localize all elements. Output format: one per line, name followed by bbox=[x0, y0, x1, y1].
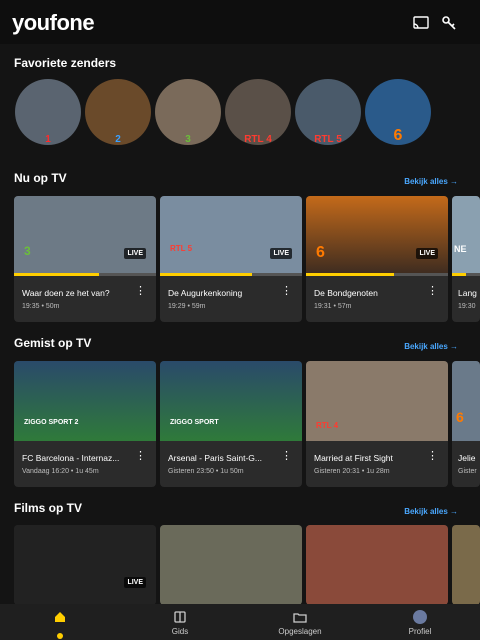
missed-title: Gemist op TV bbox=[14, 336, 92, 350]
program-meta: 19:29 • 59m bbox=[168, 303, 206, 310]
top-bar: youfone bbox=[0, 0, 480, 44]
now-title: Nu op TV bbox=[14, 171, 67, 185]
channel-logo: 6 bbox=[316, 244, 325, 261]
program-title: Married at First Sight bbox=[314, 453, 393, 463]
cast-icon[interactable] bbox=[412, 14, 430, 32]
live-badge: LIVE bbox=[124, 248, 146, 259]
key-icon[interactable] bbox=[440, 14, 458, 32]
program-card[interactable]: RTL 4 Married at First Sight Gisteren 20… bbox=[306, 361, 448, 487]
progress-bar bbox=[160, 273, 252, 276]
live-badge: LIVE bbox=[124, 577, 146, 588]
program-meta: 19:31 • 57m bbox=[314, 303, 352, 310]
nav-saved[interactable]: Opgeslagen bbox=[240, 604, 360, 640]
channel-logo: 3 bbox=[24, 244, 31, 258]
program-card[interactable]: 6 Jelie Gister bbox=[452, 361, 480, 487]
nav-profile[interactable]: Profiel bbox=[360, 604, 480, 640]
more-options-icon[interactable]: ⋮ bbox=[281, 286, 292, 297]
channel-logo: RTL 5 bbox=[170, 244, 193, 253]
program-card[interactable]: 3 LIVE Waar doen ze het van? 19:35 • 50m… bbox=[14, 196, 156, 322]
nav-label: Opgeslagen bbox=[278, 627, 322, 636]
home-icon bbox=[55, 612, 65, 622]
live-badge: LIVE bbox=[270, 248, 292, 259]
channel-logo: RTL 4 bbox=[316, 421, 339, 430]
channel-rtl4[interactable]: RTL 4 bbox=[225, 79, 291, 145]
active-indicator bbox=[57, 633, 63, 639]
film-card[interactable] bbox=[452, 525, 480, 605]
film-card[interactable] bbox=[306, 525, 448, 605]
channel-badge: 1 bbox=[45, 134, 51, 145]
channel-6[interactable]: 6 bbox=[365, 79, 431, 145]
program-title: Lang bbox=[458, 288, 477, 298]
see-all-films-link[interactable]: Bekijk alles → bbox=[404, 507, 458, 516]
more-options-icon[interactable]: ⋮ bbox=[427, 286, 438, 297]
channel-logo: ZIGGO SPORT 2 bbox=[24, 419, 79, 426]
program-title: Arsenal - Paris Saint-G... bbox=[168, 453, 263, 463]
channel-npo2[interactable]: 2 bbox=[85, 79, 151, 145]
guide-icon bbox=[174, 611, 186, 623]
favorites-title: Favoriete zenders bbox=[14, 56, 117, 70]
more-options-icon[interactable]: ⋮ bbox=[135, 286, 146, 297]
program-title: De Bondgenoten bbox=[314, 288, 378, 298]
live-badge: LIVE bbox=[416, 248, 438, 259]
progress-bar bbox=[306, 273, 394, 276]
channel-badge: RTL 4 bbox=[244, 134, 272, 145]
program-card[interactable]: ZIGGO SPORT 2 FC Barcelona - Internaz...… bbox=[14, 361, 156, 487]
program-meta: 19:35 • 50m bbox=[22, 303, 60, 310]
program-meta: Gisteren 23:50 • 1u 50m bbox=[168, 468, 244, 475]
program-meta: 19:30 bbox=[458, 303, 476, 310]
program-card[interactable]: ZIGGO SPORT Arsenal - Paris Saint-G... G… bbox=[160, 361, 302, 487]
films-title: Films op TV bbox=[14, 501, 83, 515]
program-title: Waar doen ze het van? bbox=[22, 288, 110, 298]
progress-bar bbox=[452, 273, 466, 276]
channel-badge: 6 bbox=[393, 127, 403, 144]
see-all-missed-link[interactable]: Bekijk alles → bbox=[404, 342, 458, 351]
nav-label: Gids bbox=[171, 627, 189, 636]
program-title: FC Barcelona - Internaz... bbox=[22, 453, 120, 463]
program-meta: Gister bbox=[458, 468, 477, 475]
channel-logo: ZIGGO SPORT bbox=[170, 419, 219, 426]
channel-badge: 2 bbox=[115, 134, 121, 145]
channel-badge: RTL 5 bbox=[314, 134, 342, 145]
channel-rtl5[interactable]: RTL 5 bbox=[295, 79, 361, 145]
film-card[interactable] bbox=[160, 525, 302, 605]
program-meta: Vandaag 16:20 • 1u 45m bbox=[22, 468, 99, 475]
folder-icon bbox=[293, 613, 307, 623]
app-logo[interactable]: youfone bbox=[12, 10, 95, 36]
channel-badge: 3 bbox=[185, 134, 191, 145]
program-title: Jelie bbox=[458, 453, 476, 463]
program-card[interactable]: NE Lang 19:30 bbox=[452, 196, 480, 322]
progress-bar bbox=[14, 273, 99, 276]
film-card[interactable]: LIVE bbox=[14, 525, 156, 605]
nav-guide[interactable]: Gids bbox=[120, 604, 240, 640]
program-card[interactable]: 6 LIVE De Bondgenoten 19:31 • 57m ⋮ bbox=[306, 196, 448, 322]
program-meta: Gisteren 20:31 • 1u 28m bbox=[314, 468, 390, 475]
program-card[interactable]: RTL 5 LIVE De Augurkenkoning 19:29 • 59m… bbox=[160, 196, 302, 322]
channel-logo: NE bbox=[454, 244, 467, 254]
channel-npo1[interactable]: 1 bbox=[15, 79, 81, 145]
profile-avatar-icon bbox=[413, 610, 427, 624]
program-title: De Augurkenkoning bbox=[168, 288, 243, 298]
bottom-nav: Gids Opgeslagen Profiel bbox=[0, 604, 480, 640]
nav-label: Profiel bbox=[408, 627, 432, 636]
more-options-icon[interactable]: ⋮ bbox=[135, 451, 146, 462]
nav-home[interactable] bbox=[0, 604, 120, 640]
channel-logo: 6 bbox=[456, 409, 464, 425]
more-options-icon[interactable]: ⋮ bbox=[281, 451, 292, 462]
see-all-now-link[interactable]: Bekijk alles → bbox=[404, 177, 458, 186]
more-options-icon[interactable]: ⋮ bbox=[427, 451, 438, 462]
channel-npo3[interactable]: 3 bbox=[155, 79, 221, 145]
